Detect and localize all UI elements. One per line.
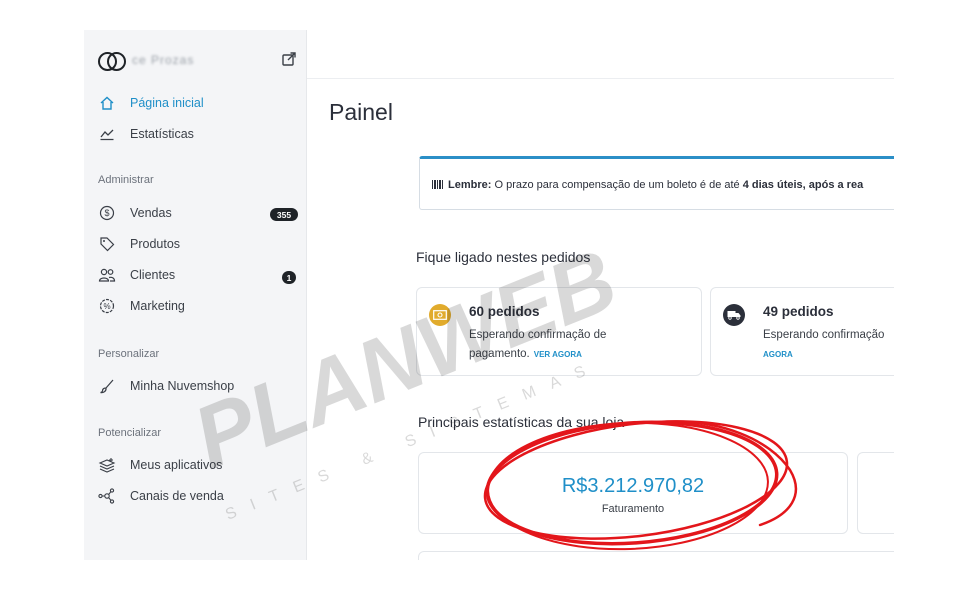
stats-section-title: Principais estatísticas da sua loja [418,414,625,430]
sidebar-item-sales[interactable]: $ Vendas [98,204,172,222]
orders-section-title: Fique ligado nestes pedidos [416,249,591,265]
store-name: ce Prozas [132,53,195,67]
percent-icon: % [98,297,116,315]
alert-strong: Lembre: [448,179,492,191]
sidebar-item-statistics[interactable]: Estatísticas [98,125,194,143]
brand[interactable]: ce Prozas [98,50,195,71]
sidebar-item-label: Estatísticas [130,127,194,141]
home-icon [98,94,116,112]
sidebar-item-label: Vendas [130,206,172,220]
apps-icon [98,456,116,474]
sidebar-item-label: Marketing [130,299,185,313]
alert-highlight: 4 dias úteis, após a rea [742,179,864,191]
app-window: ce Prozas Página inicial Estatísticas Ad… [84,30,894,560]
boleto-alert: Lembre: O prazo para compensação de um b… [419,156,894,210]
barcode-icon [432,180,444,189]
revenue-label: Faturamento [601,503,665,515]
sidebar-item-label: Clientes [130,268,176,282]
stat-card-secondary[interactable] [857,452,894,534]
revenue-stat-card[interactable]: R$3.212.970,82 Faturamento [418,452,848,534]
truck-icon [723,304,745,326]
sales-count-badge: 355 [270,208,298,221]
sidebar-item-products[interactable]: Produtos [98,235,180,253]
order-desc-line1: Esperando confirmação de [469,329,607,341]
sidebar-item-label: Meus aplicativos [130,458,223,472]
sidebar-item-customers[interactable]: Clientes [98,266,175,284]
orders-card-shipping[interactable]: 49 pedidos Esperando confirmação AGORA [710,287,894,376]
section-label-personalize: Personalizar [98,348,160,360]
svg-text:$: $ [104,208,109,218]
order-desc-line1: Esperando confirmação [763,329,885,341]
sidebar: ce Prozas Página inicial Estatísticas Ad… [84,30,307,560]
view-now-link[interactable]: VER AGORA [534,350,582,359]
customers-count-badge: 1 [282,271,296,284]
sidebar-item-label: Página inicial [130,96,204,110]
alert-text: Lembre: O prazo para compensação de um b… [432,179,863,191]
sidebar-item-label: Canais de venda [130,489,224,503]
order-description: Esperando confirmação AGORA [763,326,884,364]
svg-text:%: % [103,302,110,311]
sidebar-item-home[interactable]: Página inicial [98,94,204,112]
order-desc-line2: pagamento. [469,348,530,360]
dollar-icon: $ [98,204,116,222]
sidebar-item-apps[interactable]: Meus aplicativos [98,456,222,474]
order-description: Esperando confirmação de pagamento. VER A… [469,326,606,364]
chart-icon [98,125,116,143]
stat-card-lower[interactable] [418,551,894,560]
section-label-potential: Potencializar [98,427,161,439]
revenue-value: R$3.212.970,82 [561,475,705,497]
top-bar [307,30,894,79]
users-icon [98,266,116,284]
external-link-icon[interactable] [282,52,296,66]
brush-icon [98,377,116,395]
sidebar-item-marketing[interactable]: % Marketing [98,297,185,315]
order-count: 60 pedidos [469,304,540,319]
tag-icon [98,235,116,253]
section-label-admin: Administrar [98,174,154,186]
order-count: 49 pedidos [763,304,834,319]
channels-icon [98,487,116,505]
nuvemshop-logo-icon [98,50,126,71]
main-content: Painel Lembre: O prazo para compensação … [307,30,894,560]
view-now-link[interactable]: AGORA [763,350,793,359]
alert-body: O prazo para compensação de um boleto é … [491,179,743,191]
money-icon [429,304,451,326]
sidebar-item-sales-channels[interactable]: Canais de venda [98,487,224,505]
sidebar-item-label: Produtos [130,237,181,251]
sidebar-item-label: Minha Nuvemshop [130,379,235,393]
page-title: Painel [329,99,393,125]
orders-card-payment[interactable]: 60 pedidos Esperando confirmação de paga… [416,287,702,376]
sidebar-item-my-nuvemshop[interactable]: Minha Nuvemshop [98,377,234,395]
